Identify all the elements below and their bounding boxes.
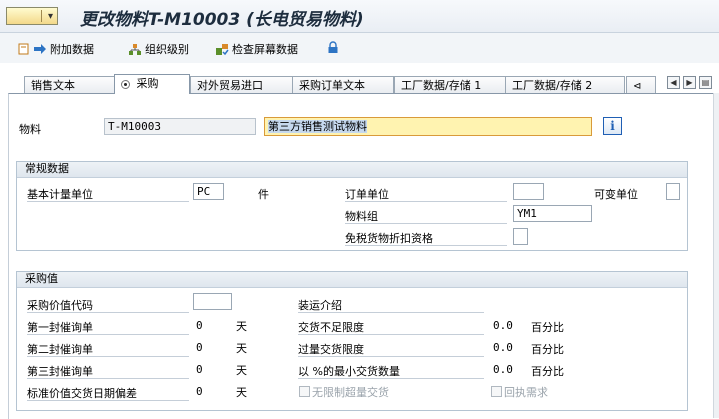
tab-list-icon[interactable]: ▤: [699, 76, 712, 89]
material-group-label: 物料组: [345, 210, 378, 223]
shipping-instructions-label: 装运介绍: [298, 299, 342, 312]
overdelivery-tolerance-label: 过量交货限度: [298, 343, 364, 356]
acknowledgement-required-checkbox[interactable]: [491, 386, 502, 397]
underdelivery-tolerance-value: 0.0: [493, 319, 513, 332]
std-delivery-deviation-label: 标准价值交货日期偏差: [27, 387, 137, 400]
days-unit: 天: [236, 386, 247, 399]
reminder-1-value: 0: [196, 319, 203, 332]
material-description-field[interactable]: 第三方销售测试物料: [264, 117, 592, 136]
tab-scroll-left-icon[interactable]: ◀: [667, 76, 680, 89]
tab-strip: 销售文本 采购 对外贸易进口 采购订单文本 工厂数据/存储 1 工厂数据/存储 …: [0, 70, 719, 94]
purchasing-value-key-label: 采购价值代码: [27, 299, 93, 312]
variable-unit-label: 可变单位: [594, 188, 638, 201]
tab-plant-data-storage-1[interactable]: 工厂数据/存储 1: [394, 76, 506, 94]
percent-unit: 百分比: [531, 343, 564, 356]
min-delivery-qty-label: 以 %的最小交货数量: [298, 365, 400, 378]
tab-po-text[interactable]: 采购订单文本: [292, 76, 394, 94]
tax-exempt-label: 免税货物折扣资格: [345, 232, 433, 245]
tab-plant-data-storage-2[interactable]: 工厂数据/存储 2: [505, 76, 625, 94]
std-delivery-deviation-value: 0: [196, 385, 203, 398]
lock-button[interactable]: [327, 41, 339, 54]
reminder-2-label: 第二封催询单: [27, 343, 93, 356]
org-levels-button[interactable]: 组织级别: [128, 41, 189, 57]
page-title: 更改物料T-M10003 (长电贸易物料): [80, 10, 364, 30]
percent-unit: 百分比: [531, 321, 564, 334]
days-unit: 天: [236, 320, 247, 333]
reminder-2-value: 0: [196, 341, 203, 354]
tab-foreign-trade-import[interactable]: 对外贸易进口: [190, 76, 294, 94]
vertical-scrollbar[interactable]: [713, 93, 719, 418]
arrow-right-icon: [34, 44, 46, 54]
variable-unit-field[interactable]: [666, 183, 680, 200]
base-uom-text: 件: [258, 188, 269, 201]
material-label: 物料: [19, 123, 41, 136]
unlimited-overdelivery-label: 无限制超量交货: [312, 386, 389, 399]
additional-data-button[interactable]: 附加数据: [18, 41, 94, 57]
radio-selected-icon: [121, 79, 130, 89]
min-delivery-qty-value: 0.0: [493, 363, 513, 376]
base-uom-label: 基本计量单位: [27, 188, 93, 201]
tax-exempt-field[interactable]: [513, 228, 528, 245]
base-uom-field[interactable]: PC: [193, 183, 224, 200]
order-unit-label: 订单单位: [345, 188, 389, 201]
reminder-3-label: 第三封催询单: [27, 365, 93, 378]
underdelivery-tolerance-label: 交货不足限度: [298, 321, 364, 334]
tab-overflow[interactable]: ⊲: [626, 76, 656, 94]
material-number-field[interactable]: T-M10003: [104, 118, 256, 135]
days-unit: 天: [236, 342, 247, 355]
percent-unit: 百分比: [531, 365, 564, 378]
more-tabs-icon: ⊲: [633, 81, 642, 92]
hierarchy-icon: [129, 43, 141, 55]
acknowledgement-required-label: 回执需求: [504, 386, 548, 399]
reminder-1-label: 第一封催询单: [27, 321, 93, 334]
info-icon[interactable]: i: [603, 117, 622, 135]
days-unit: 天: [236, 364, 247, 377]
system-menu-button[interactable]: ▾: [6, 7, 58, 25]
purchasing-value-key-field[interactable]: [193, 293, 232, 310]
reminder-3-value: 0: [196, 363, 203, 376]
material-group-field[interactable]: YM1: [513, 205, 592, 222]
group-title: 常规数据: [17, 162, 687, 178]
order-unit-field[interactable]: [513, 183, 544, 200]
tab-scroll-right-icon[interactable]: ▶: [683, 76, 696, 89]
title-bar: ▾ 更改物料T-M10003 (长电贸易物料): [0, 0, 719, 33]
chevron-down-icon: ▾: [47, 11, 53, 22]
tab-sales-text[interactable]: 销售文本: [24, 76, 116, 94]
check-data-icon: [216, 43, 229, 55]
tab-purchasing[interactable]: 采购: [114, 74, 190, 94]
document-icon: [18, 43, 29, 55]
group-title: 采购值: [17, 272, 687, 288]
check-screen-data-button[interactable]: 检查屏幕数据: [215, 41, 298, 57]
lock-icon: [328, 41, 338, 53]
unlimited-overdelivery-checkbox[interactable]: [299, 386, 310, 397]
overdelivery-tolerance-value: 0.0: [493, 341, 513, 354]
application-toolbar: 附加数据 组织级别 检查屏幕数据: [0, 33, 719, 63]
